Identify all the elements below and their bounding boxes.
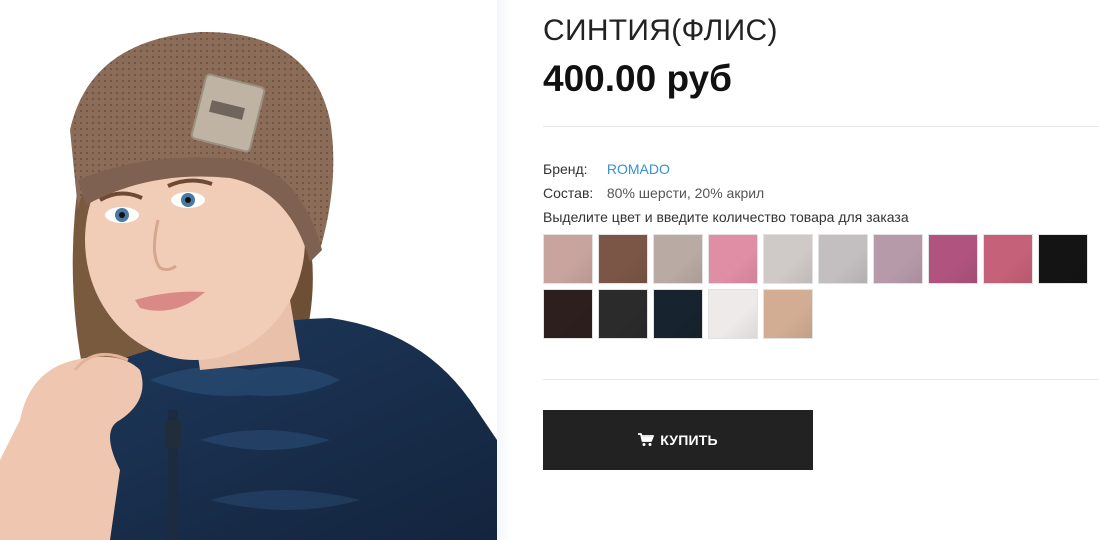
product-title: СИНТИЯ(ФЛИС) [543,14,778,47]
brand-row: Бренд: ROMADO [543,161,670,177]
color-swatch[interactable] [598,289,648,339]
color-swatch[interactable] [763,234,813,284]
divider [543,379,1099,380]
composition-label: Состав: [543,185,594,201]
color-swatch[interactable] [653,234,703,284]
buy-label: КУПИТЬ [660,432,718,448]
color-swatch[interactable] [708,234,758,284]
color-swatch[interactable] [708,289,758,339]
divider [543,126,1099,127]
color-swatch[interactable] [1038,234,1088,284]
photo-divider [497,0,511,540]
buy-button[interactable]: КУПИТЬ [543,410,813,470]
color-swatch[interactable] [818,234,868,284]
product-photo[interactable] [0,0,497,540]
color-instruction: Выделите цвет и введите количество товар… [543,209,909,225]
brand-link[interactable]: ROMADO [607,161,670,177]
color-swatch[interactable] [763,289,813,339]
color-swatch[interactable] [598,234,648,284]
product-info: СИНТИЯ(ФЛИС) 400.00 руб Бренд: ROMADO Со… [543,0,1099,540]
cart-icon [638,433,655,446]
composition-value: 80% шерсти, 20% акрил [606,185,765,201]
brand-label: Бренд: [543,161,588,177]
color-swatch[interactable] [873,234,923,284]
product-price: 400.00 руб [543,58,732,99]
product-image-woman-with-hat [0,0,497,540]
color-swatch[interactable] [543,234,593,284]
composition-row: Состав: 80% шерсти, 20% акрил [543,185,764,201]
color-swatch[interactable] [653,289,703,339]
color-swatch[interactable] [983,234,1033,284]
color-swatch[interactable] [928,234,978,284]
color-swatch[interactable] [543,289,593,339]
